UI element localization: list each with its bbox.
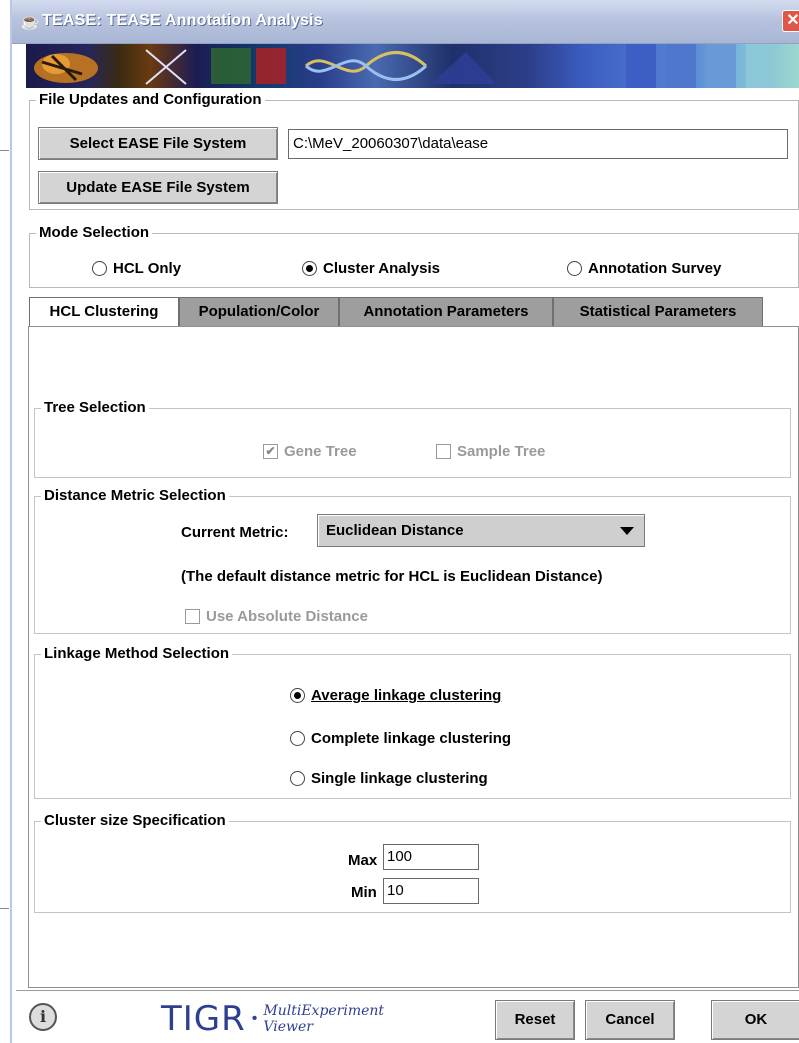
cancel-button[interactable]: Cancel xyxy=(585,1000,675,1040)
dropdown-arrow-icon xyxy=(620,527,634,535)
linkage-method-section: Linkage Method Selection Average linkage… xyxy=(34,645,791,799)
gene-tree-label: Gene Tree xyxy=(284,443,357,460)
tigr-mev-logo: TIGR • MultiExperiment Viewer xyxy=(161,999,384,1039)
select-ease-file-system-button[interactable]: Select EASE File System xyxy=(38,127,278,160)
use-absolute-distance-checkbox[interactable]: Use Absolute Distance xyxy=(185,608,368,625)
mode-radio-hcl-only[interactable]: HCL Only xyxy=(92,260,181,277)
dialog-footer: i TIGR • MultiExperiment Viewer Reset Ca… xyxy=(16,990,799,1043)
cluster-size-title: Cluster size Specification xyxy=(41,812,229,830)
max-cluster-size-input[interactable]: 100 xyxy=(383,844,479,870)
cluster-size-section: Cluster size Specification Max 100 Min 1… xyxy=(34,812,791,913)
file-config-title: File Updates and Configuration xyxy=(36,91,265,109)
mode-radio-annotation-survey[interactable]: Annotation Survey xyxy=(567,260,721,277)
linkage-radio-label: Complete linkage clustering xyxy=(311,730,512,747)
radio-button-icon xyxy=(290,771,305,786)
current-metric-label: Current Metric: xyxy=(181,524,289,541)
linkage-radio-average[interactable]: Average linkage clustering xyxy=(290,687,501,704)
banner-graphic xyxy=(34,44,771,88)
left-edge-tick xyxy=(0,908,9,909)
use-absolute-distance-label: Use Absolute Distance xyxy=(206,608,368,625)
tab-statistical-parameters[interactable]: Statistical Parameters xyxy=(553,297,763,327)
ease-path-field[interactable]: C:\MeV_20060307\data\ease xyxy=(288,129,788,159)
logo-dot-icon: • xyxy=(251,1010,258,1027)
mode-radio-label: Annotation Survey xyxy=(588,260,722,277)
linkage-radio-single[interactable]: Single linkage clustering xyxy=(290,770,488,787)
sample-tree-checkbox[interactable]: Sample Tree xyxy=(436,443,545,460)
default-metric-note: (The default distance metric for HCL is … xyxy=(181,568,603,585)
reset-button[interactable]: Reset xyxy=(495,1000,575,1040)
checkbox-icon xyxy=(185,609,200,624)
linkage-radio-complete[interactable]: Complete linkage clustering xyxy=(290,730,511,747)
distance-metric-section: Distance Metric Selection Current Metric… xyxy=(34,487,791,634)
logo-line-2: Viewer xyxy=(263,1019,313,1035)
radio-button-selected-icon xyxy=(290,688,305,703)
mode-radio-label: Cluster Analysis xyxy=(323,260,440,277)
mev-logo-text: MultiExperiment Viewer xyxy=(263,1003,384,1035)
gene-tree-checkbox[interactable]: ✔ Gene Tree xyxy=(263,443,357,460)
mode-selection-title: Mode Selection xyxy=(36,224,153,242)
file-config-section: File Updates and Configuration Select EA… xyxy=(29,91,799,210)
min-label: Min xyxy=(351,884,377,901)
max-label: Max xyxy=(348,852,378,869)
ok-button[interactable]: OK xyxy=(711,1000,799,1040)
title-bar[interactable]: ☕ TEASE: TEASE Annotation Analysis ✕ xyxy=(12,0,799,44)
mode-radio-label: HCL Only xyxy=(113,260,182,277)
close-button[interactable]: ✕ xyxy=(782,10,799,32)
metric-dropdown-value: Euclidean Distance xyxy=(326,522,464,539)
java-cup-icon: ☕ xyxy=(20,14,40,31)
tree-selection-title: Tree Selection xyxy=(41,399,149,417)
checkbox-icon xyxy=(436,444,451,459)
radio-button-icon xyxy=(92,261,107,276)
distance-metric-title: Distance Metric Selection xyxy=(41,487,229,505)
tab-hcl-clustering[interactable]: HCL Clustering xyxy=(29,297,179,328)
window-title: TEASE: TEASE Annotation Analysis xyxy=(42,12,323,29)
tree-selection-section: Tree Selection ✔ Gene Tree Sample Tree xyxy=(34,399,791,478)
min-cluster-size-input[interactable]: 10 xyxy=(383,878,479,904)
logo-line-1: MultiExperiment xyxy=(263,1003,385,1019)
hcl-clustering-panel: Tree Selection ✔ Gene Tree Sample Tree D… xyxy=(28,326,799,988)
checkbox-checked-icon: ✔ xyxy=(263,444,278,459)
tigr-logo-text: TIGR xyxy=(161,999,246,1039)
metric-dropdown[interactable]: Euclidean Distance xyxy=(317,514,645,547)
tab-annotation-parameters[interactable]: Annotation Parameters xyxy=(339,297,553,327)
radio-button-icon xyxy=(567,261,582,276)
tab-population-color[interactable]: Population/Color xyxy=(179,297,339,327)
tease-dialog-window: ☕ TEASE: TEASE Annotation Analysis ✕ Fil… xyxy=(10,0,799,1043)
radio-button-icon xyxy=(290,731,305,746)
linkage-method-title: Linkage Method Selection xyxy=(41,645,233,663)
linkage-radio-label: Average linkage clustering xyxy=(311,687,502,704)
info-icon[interactable]: i xyxy=(29,1003,57,1031)
header-banner-image xyxy=(26,44,799,88)
left-edge-tick xyxy=(0,150,9,151)
radio-button-selected-icon xyxy=(302,261,317,276)
tab-strip: HCL Clustering Population/Color Annotati… xyxy=(29,297,799,328)
mode-selection-section: Mode Selection HCL Only Cluster Analysis… xyxy=(29,224,799,288)
sample-tree-label: Sample Tree xyxy=(457,443,546,460)
linkage-radio-label: Single linkage clustering xyxy=(311,770,488,787)
update-ease-file-system-button[interactable]: Update EASE File System xyxy=(38,171,278,204)
mode-radio-cluster-analysis[interactable]: Cluster Analysis xyxy=(302,260,440,277)
